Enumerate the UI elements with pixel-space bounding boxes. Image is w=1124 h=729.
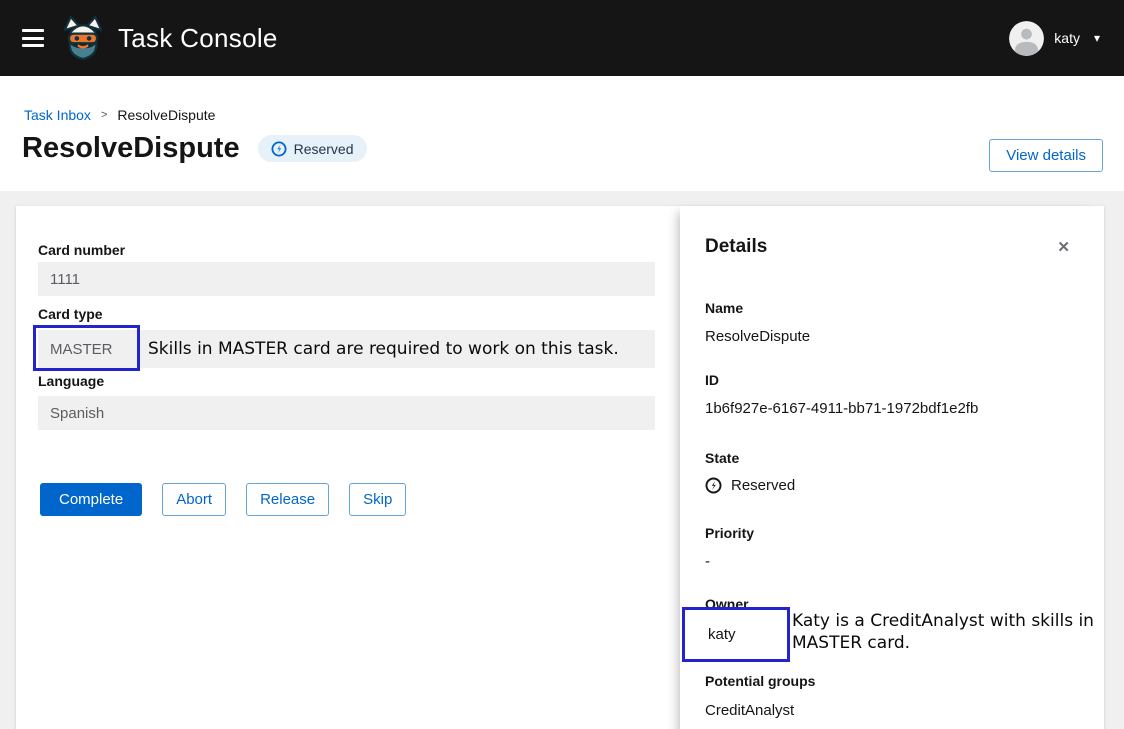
breadcrumb-separator-icon: > (101, 109, 107, 121)
avatar (1009, 21, 1044, 56)
breadcrumb-task-inbox[interactable]: Task Inbox (24, 107, 91, 123)
card-type-annotation-text: Skills in MASTER card are required to wo… (148, 338, 619, 360)
user-name: katy (1054, 30, 1080, 46)
owner-value: katy (708, 626, 736, 643)
state-label: State (705, 450, 739, 466)
details-panel-title: Details (705, 236, 767, 258)
view-details-button[interactable]: View details (989, 139, 1103, 172)
masthead: Task Console katy ▾ (0, 0, 1124, 76)
card-number-input[interactable]: 1111 (38, 262, 655, 296)
user-menu[interactable]: katy ▾ (1009, 0, 1100, 76)
state-value: Reserved (705, 477, 795, 494)
reserved-state-icon (271, 141, 287, 157)
menu-toggle-icon[interactable] (22, 29, 44, 47)
id-value: 1b6f927e-6167-4911-bb71-1972bdf1e2fb (705, 400, 978, 417)
priority-label: Priority (705, 525, 754, 541)
viking-logo-icon (62, 15, 104, 61)
priority-value: - (705, 553, 710, 570)
page-title: ResolveDispute (22, 132, 240, 165)
task-console-app: Task Console katy ▾ Task Inbox > Resolve… (0, 0, 1124, 729)
complete-button[interactable]: Complete (40, 483, 142, 516)
task-form-card: Card number 1111 Card type MASTER Skills… (16, 206, 1104, 729)
name-value: ResolveDispute (705, 328, 810, 345)
name-label: Name (705, 300, 743, 316)
card-number-label: Card number (38, 242, 125, 258)
owner-annotation-text: Katy is a CreditAnalyst with skills in M… (792, 610, 1114, 654)
state-value-label: Reserved (731, 477, 795, 494)
app-title: Task Console (118, 23, 278, 54)
close-icon[interactable]: ✕ (1057, 238, 1070, 256)
potential-groups-label: Potential groups (705, 673, 815, 689)
owner-annotation-box: katy (682, 607, 790, 662)
language-label: Language (38, 373, 104, 389)
potential-groups-value: CreditAnalyst (705, 702, 794, 719)
language-input[interactable]: Spanish (38, 396, 655, 430)
breadcrumb: Task Inbox > ResolveDispute (24, 107, 215, 123)
status-badge: Reserved (258, 135, 367, 162)
task-actions: Complete Abort Release Skip (40, 483, 406, 516)
details-panel: Details ✕ Name ResolveDispute ID 1b6f927… (680, 206, 1104, 729)
reserved-state-icon (705, 477, 722, 494)
page-header: Task Inbox > ResolveDispute ResolveDispu… (0, 76, 1124, 191)
card-type-label: Card type (38, 306, 103, 322)
breadcrumb-current: ResolveDispute (117, 107, 215, 123)
release-button[interactable]: Release (246, 483, 329, 516)
abort-button[interactable]: Abort (162, 483, 226, 516)
status-badge-label: Reserved (294, 141, 354, 157)
skip-button[interactable]: Skip (349, 483, 406, 516)
id-label: ID (705, 372, 719, 388)
chevron-down-icon: ▾ (1094, 31, 1100, 45)
